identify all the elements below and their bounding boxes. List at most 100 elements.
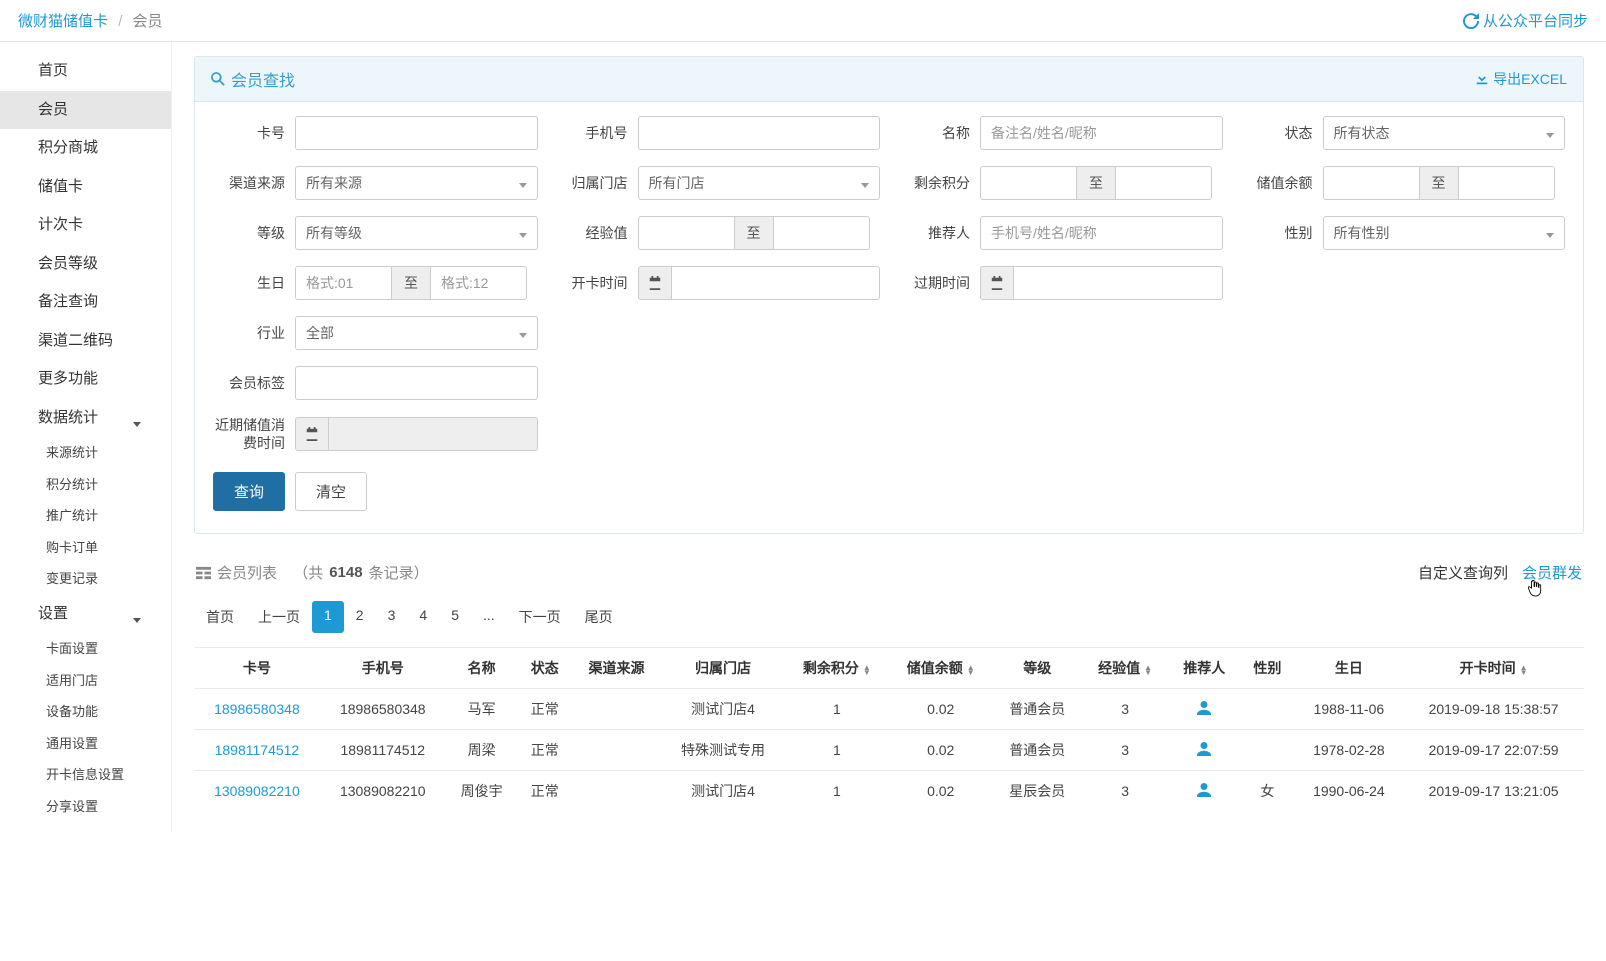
exp-cell: 3: [1082, 771, 1169, 812]
nav-home[interactable]: 首页: [0, 52, 171, 91]
pager-page[interactable]: ...: [471, 601, 507, 633]
balance-from-input[interactable]: [1323, 166, 1420, 200]
nav-settings[interactable]: 设置: [0, 595, 171, 634]
pager-first[interactable]: 首页: [194, 601, 246, 633]
nav-stats-points[interactable]: 积分统计: [0, 469, 171, 501]
nav-channel-qr[interactable]: 渠道二维码: [0, 322, 171, 361]
breadcrumb-root[interactable]: 微财猫储值卡: [18, 13, 108, 30]
nav-more[interactable]: 更多功能: [0, 360, 171, 399]
nav-count-card[interactable]: 计次卡: [0, 206, 171, 245]
pager-last[interactable]: 尾页: [573, 601, 625, 633]
recent-input[interactable]: [328, 417, 537, 451]
industry-select[interactable]: 全部: [295, 316, 538, 350]
nav-grade[interactable]: 会员等级: [0, 245, 171, 284]
birthday-cell: 1990-06-24: [1295, 771, 1403, 812]
nav-remark-query[interactable]: 备注查询: [0, 283, 171, 322]
nav-points-mall[interactable]: 积分商城: [0, 129, 171, 168]
store-select[interactable]: 所有门店: [638, 166, 881, 200]
member-table: 卡号手机号名称状态渠道来源归属门店剩余积分▲▼储值余额▲▼等级经验值▲▼推荐人性…: [194, 647, 1584, 811]
nav-member[interactable]: 会员: [0, 91, 171, 130]
col-header[interactable]: 剩余积分▲▼: [785, 648, 889, 689]
pager-page[interactable]: 4: [407, 601, 439, 633]
nav-stats-source[interactable]: 来源统计: [0, 437, 171, 469]
card-no-cell[interactable]: 18986580348: [194, 689, 320, 730]
balance-cell: 0.02: [889, 730, 993, 771]
col-header: 卡号: [194, 648, 320, 689]
calendar-button[interactable]: [980, 266, 1014, 300]
nav-set-share[interactable]: 分享设置: [0, 791, 171, 823]
grade-select[interactable]: 所有等级: [295, 216, 538, 250]
tags-input[interactable]: [295, 366, 538, 400]
gender-select[interactable]: 所有性别: [1323, 216, 1566, 250]
open-time-input[interactable]: [671, 266, 880, 300]
sort-icon: ▲▼: [1144, 665, 1152, 675]
card-no-cell[interactable]: 13089082210: [194, 771, 320, 812]
referrer-cell[interactable]: [1168, 730, 1240, 771]
birthday-cell: 1988-11-06: [1295, 689, 1403, 730]
col-header[interactable]: 开卡时间▲▼: [1403, 648, 1584, 689]
export-excel-link[interactable]: 导出EXCEL: [1475, 69, 1567, 89]
nav-set-card[interactable]: 卡面设置: [0, 633, 171, 665]
sync-link[interactable]: 从公众平台同步: [1463, 10, 1588, 31]
grade-cell: 普通会员: [993, 689, 1082, 730]
col-header: 推荐人: [1168, 648, 1240, 689]
custom-columns-link[interactable]: 自定义查询列: [1418, 562, 1508, 583]
nav-set-device[interactable]: 设备功能: [0, 696, 171, 728]
referrer-cell[interactable]: [1168, 771, 1240, 812]
pager-page[interactable]: 1: [312, 601, 344, 633]
exp-cell: 3: [1082, 730, 1169, 771]
nav-stored-card[interactable]: 储值卡: [0, 168, 171, 207]
col-header[interactable]: 储值余额▲▼: [889, 648, 993, 689]
label-tags: 会员标签: [213, 373, 285, 393]
pager-next[interactable]: 下一页: [507, 601, 573, 633]
chevron-down-icon: [1546, 225, 1554, 241]
points-from-input[interactable]: [980, 166, 1077, 200]
nav-set-store[interactable]: 适用门店: [0, 665, 171, 697]
nav-stats-promo[interactable]: 推广统计: [0, 500, 171, 532]
user-icon: [1197, 702, 1211, 718]
nav-set-general[interactable]: 通用设置: [0, 728, 171, 760]
pager-prev[interactable]: 上一页: [246, 601, 312, 633]
exp-from-input[interactable]: [638, 216, 735, 250]
nav-stats[interactable]: 数据统计: [0, 399, 171, 438]
label-expire-time: 过期时间: [898, 273, 970, 293]
gender-cell: [1240, 730, 1294, 771]
channel-cell: [572, 730, 661, 771]
clear-button[interactable]: 清空: [295, 472, 367, 511]
phone-input[interactable]: [638, 116, 881, 150]
chevron-down-icon: [519, 225, 527, 241]
sort-icon: ▲▼: [967, 665, 975, 675]
label-phone: 手机号: [556, 123, 628, 143]
nav-stats-changes[interactable]: 变更记录: [0, 563, 171, 595]
card-no-cell[interactable]: 18981174512: [194, 730, 320, 771]
status-select[interactable]: 所有状态: [1323, 116, 1566, 150]
balance-cell: 0.02: [889, 689, 993, 730]
grade-cell: 普通会员: [993, 730, 1082, 771]
referrer-input[interactable]: [980, 216, 1223, 250]
pager-page[interactable]: 3: [376, 601, 408, 633]
col-header: 归属门店: [661, 648, 785, 689]
search-icon: [211, 72, 225, 86]
col-header[interactable]: 经验值▲▼: [1082, 648, 1169, 689]
channel-select[interactable]: 所有来源: [295, 166, 538, 200]
name-input[interactable]: [980, 116, 1223, 150]
birthday-from-input[interactable]: [295, 266, 392, 300]
balance-to-input[interactable]: [1458, 166, 1555, 200]
label-referrer: 推荐人: [898, 223, 970, 243]
pager-page[interactable]: 5: [439, 601, 471, 633]
birthday-to-input[interactable]: [430, 266, 527, 300]
expire-time-input[interactable]: [1013, 266, 1222, 300]
sort-icon: ▲▼: [863, 665, 871, 675]
nav-stats-orders[interactable]: 购卡订单: [0, 532, 171, 564]
search-panel: 会员查找 导出EXCEL 卡号 手机号 名称 状态所有状态 渠道来源所有来源 归…: [194, 56, 1584, 534]
nav-set-openinfo[interactable]: 开卡信息设置: [0, 759, 171, 791]
exp-to-input[interactable]: [773, 216, 870, 250]
calendar-button[interactable]: [295, 417, 329, 451]
search-button[interactable]: 查询: [213, 472, 285, 511]
referrer-cell[interactable]: [1168, 689, 1240, 730]
points-to-input[interactable]: [1115, 166, 1212, 200]
card-no-input[interactable]: [295, 116, 538, 150]
pager-page[interactable]: 2: [344, 601, 376, 633]
calendar-icon: [305, 427, 319, 441]
calendar-button[interactable]: [638, 266, 672, 300]
